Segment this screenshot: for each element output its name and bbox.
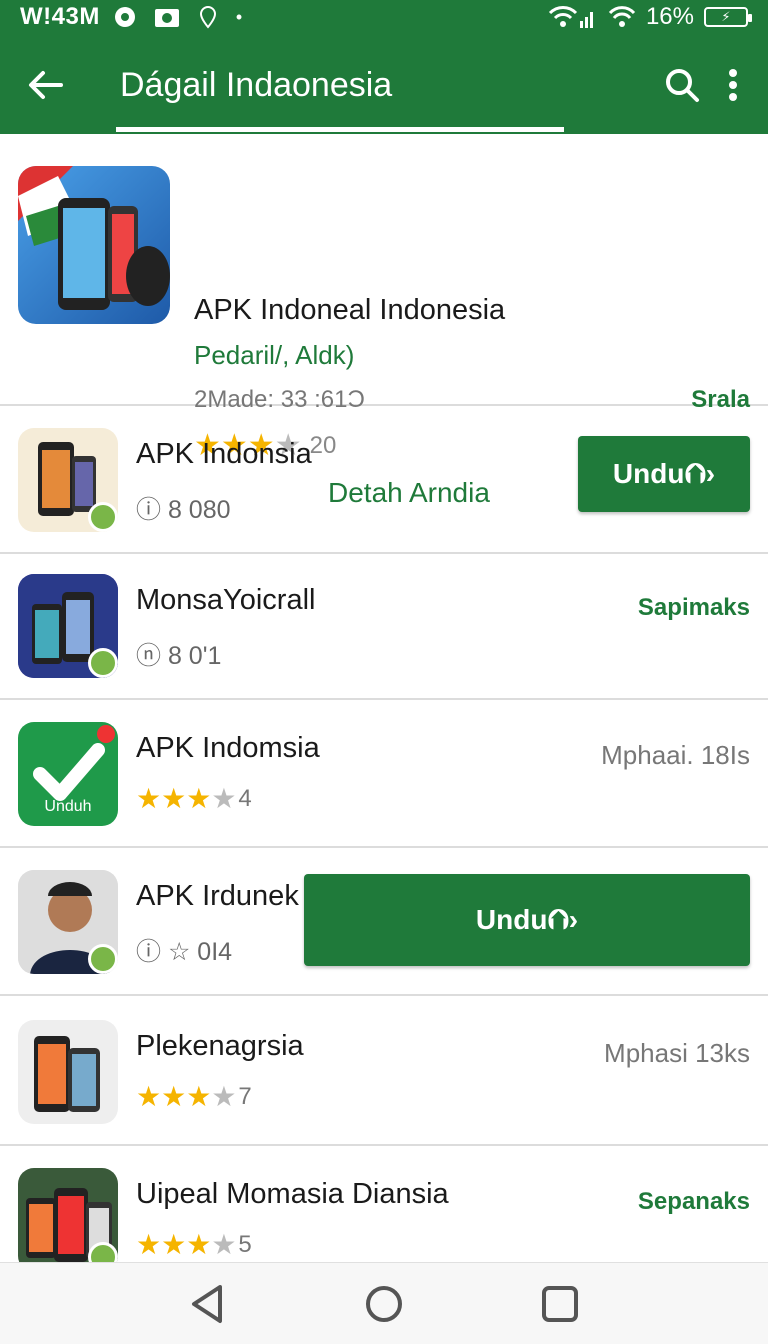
toolbar-actions (664, 67, 768, 103)
list-item[interactable]: Uipeal Momasia Diansia ★★★ ★ 5 Sepanaks (0, 1146, 768, 1272)
featured-app-subtitle: Pedaril/, Aldk) (194, 340, 355, 370)
app-name: Uipeal Momasia Diansia (136, 1178, 449, 1210)
more-vert-icon[interactable] (728, 68, 738, 102)
app-icon-label: Unduh (44, 798, 92, 815)
android-badge-icon (88, 502, 118, 532)
status-bar: W!43M • 16% ⚡ (0, 0, 768, 34)
rating-count: 5 (238, 1230, 252, 1258)
app-icon: Unduh (18, 722, 118, 826)
list-item[interactable]: APK Indonsia ⓘ 8 080 Undu⮉› (0, 406, 768, 554)
download-button[interactable]: Undu⮉› (578, 436, 750, 512)
list-item[interactable]: MonsaYoicrall ⓝ 8 0'1 Sapimaks (0, 552, 768, 700)
star-icon: ★★★ (136, 1229, 212, 1260)
status-left-icons: • (114, 5, 242, 29)
app-meta: ⓘ 8 080 (136, 496, 231, 524)
wifi-signal-icon (548, 6, 593, 28)
app-rating: ★★★ ★ 5 (136, 1228, 252, 1261)
app-name: MonsaYoicrall (136, 584, 316, 616)
recents-square-icon[interactable] (540, 1284, 580, 1324)
wifi-icon (608, 6, 636, 27)
list-item[interactable]: Plekenagrsia ★★★ ★ 7 Mphasi 13ks (0, 998, 768, 1146)
app-meta: ⓝ 8 0'1 (136, 642, 222, 670)
app-icon (18, 870, 118, 974)
list-item[interactable]: APK Irdunek ⓘ ☆ 0I4 Undu⮉› (0, 848, 768, 996)
app-size: Mphasi 13ks (604, 1038, 750, 1068)
camera-icon (154, 9, 179, 27)
app-status: Sapimaks (637, 594, 750, 621)
app-icon (18, 1168, 118, 1272)
app-name: Plekenagrsia (136, 1030, 304, 1062)
rating-count: 7 (238, 1082, 252, 1110)
star-icon: ★★★ (136, 1081, 212, 1112)
status-right: 16% ⚡ (548, 3, 752, 31)
app-name: APK Irdunek (136, 880, 299, 912)
list-item[interactable]: Unduh APK Indomsia ★★★ ★ 4 Mphaai. 18Is (0, 700, 768, 848)
battery-icon: ⚡ (704, 7, 752, 27)
app-name: APK Indomsia (136, 732, 320, 764)
home-circle-icon[interactable] (364, 1284, 404, 1324)
featured-app-title: APK Indoneal Indonesia (194, 294, 506, 326)
toolbar: Dágail Indaonesia (0, 44, 768, 126)
app-bar: W!43M • 16% ⚡ Dágail Indaonesia (0, 0, 768, 134)
rating-count: 4 (238, 784, 252, 812)
half-star-icon: ★ (211, 1081, 237, 1112)
page-title: Dágail Indaonesia (120, 65, 393, 104)
app-rating: ★★★ ★ 4 (136, 782, 252, 815)
app-icon (18, 574, 118, 678)
back-arrow-icon[interactable] (0, 44, 90, 126)
search-icon[interactable] (664, 67, 700, 103)
download-button[interactable]: Undu⮉› (304, 874, 750, 966)
android-badge-icon (88, 944, 118, 974)
app-name: APK Indonsia (136, 438, 312, 470)
system-nav-bar (0, 1262, 768, 1344)
half-star-icon: ★ (211, 1229, 237, 1260)
dot-icon: • (235, 6, 243, 27)
notification-icon (114, 7, 135, 27)
app-size: Mphaai. 18Is (601, 740, 750, 770)
app-meta: ⓘ ☆ 0I4 (136, 938, 233, 966)
app-icon (18, 1020, 118, 1124)
app-status: Sepanaks (637, 1188, 750, 1215)
app-icon (18, 428, 118, 532)
app-rating: ★★★ ★ 7 (136, 1080, 252, 1113)
star-icon: ★★★ (136, 783, 212, 814)
half-star-icon: ★ (211, 783, 237, 814)
android-badge-icon (88, 648, 118, 678)
tab-indicator (116, 127, 564, 132)
status-time: W!43M (20, 3, 100, 30)
back-triangle-icon[interactable] (188, 1283, 228, 1325)
location-icon (199, 5, 216, 29)
battery-percent: 16% (645, 3, 694, 30)
featured-app-icon (18, 166, 170, 324)
featured-app[interactable]: APK Indoneal Indonesia Pedaril/, Aldk) 2… (0, 134, 768, 508)
